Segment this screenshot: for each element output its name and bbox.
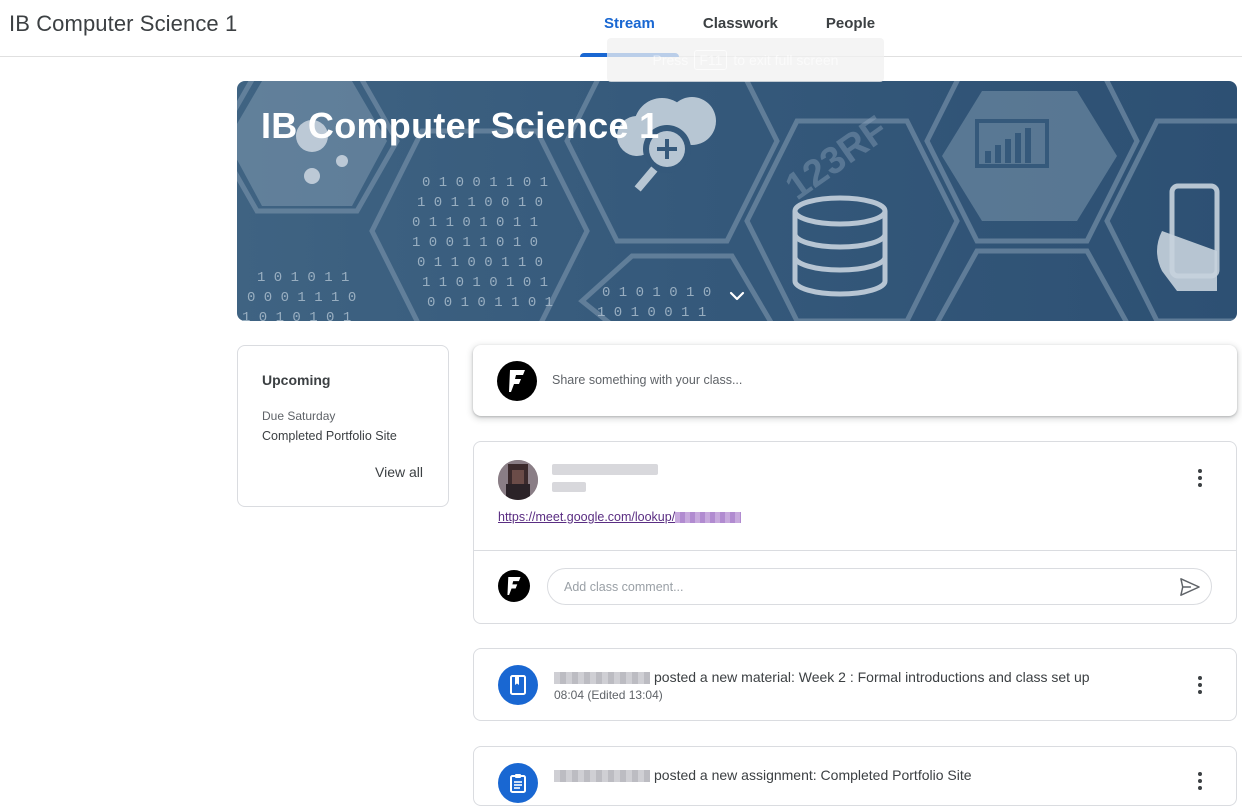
stream-post: https://meet.google.com/lookup/ Add clas… — [473, 441, 1237, 624]
post-time-redacted — [552, 482, 586, 492]
svg-text:0 1 1 0 1 0 1 1: 0 1 1 0 1 0 1 1 — [412, 215, 538, 231]
svg-text:1 1 0 1 0 1 0 1: 1 1 0 1 0 1 0 1 — [422, 275, 548, 291]
comment-placeholder: Add class comment... — [564, 580, 684, 594]
upcoming-title: Upcoming — [262, 372, 331, 388]
f-logo-icon — [507, 577, 521, 595]
more-options-icon[interactable] — [1188, 466, 1212, 490]
svg-text:1 0 1 1 0 0 1 0: 1 0 1 1 0 0 1 0 — [417, 195, 543, 211]
commenter-avatar — [498, 570, 530, 602]
class-banner: 0 1 0 0 1 1 0 1 1 0 1 1 0 0 1 0 0 1 1 0 … — [237, 81, 1237, 321]
share-placeholder: Share something with your class... — [552, 373, 743, 387]
share-announcement-box[interactable]: Share something with your class... — [473, 345, 1237, 416]
svg-text:0 1 0 1 0 1 0: 0 1 0 1 0 1 0 — [602, 285, 711, 301]
svg-text:0 1 1 0 0 1 1 0: 0 1 1 0 0 1 1 0 — [417, 255, 543, 271]
upcoming-item-link[interactable]: Completed Portfolio Site — [262, 429, 397, 443]
poster-name-redacted — [554, 672, 650, 685]
meet-code-redacted — [675, 512, 742, 524]
more-options-icon[interactable] — [1188, 673, 1212, 697]
chevron-down-icon[interactable] — [727, 286, 747, 306]
post-divider — [474, 550, 1236, 551]
upcoming-due-label: Due Saturday — [262, 409, 336, 423]
svg-text:0 0 1 0 1 1 0 1: 0 0 1 0 1 1 0 1 — [427, 295, 553, 311]
toast-key: F11 — [694, 50, 728, 70]
svg-text:1 0 1 0 0 1 1: 1 0 1 0 0 1 1 — [597, 305, 706, 321]
fullscreen-exit-toast: Press F11 to exit full screen — [607, 38, 884, 82]
activity-assignment[interactable]: posted a new assignment: Completed Portf… — [473, 746, 1237, 806]
user-avatar — [497, 361, 537, 401]
author-photo-icon — [498, 460, 538, 500]
upcoming-card: Upcoming Due Saturday Completed Portfoli… — [237, 345, 449, 507]
toast-suffix: to exit full screen — [733, 52, 839, 68]
toast-prefix: Press — [652, 52, 689, 68]
svg-text:0 1 0 0 1 1 0 1: 0 1 0 0 1 1 0 1 — [422, 175, 548, 191]
activity-text: posted a new assignment: Completed Portf… — [554, 767, 972, 783]
more-options-icon[interactable] — [1188, 769, 1212, 793]
class-title[interactable]: IB Computer Science 1 — [9, 11, 237, 37]
book-icon — [498, 665, 538, 705]
assignment-icon — [498, 763, 538, 803]
author-avatar — [498, 460, 538, 500]
svg-text:1 0 0 1 1 0 1 0: 1 0 0 1 1 0 1 0 — [412, 235, 538, 251]
meet-link[interactable]: https://meet.google.com/lookup/ — [498, 510, 742, 524]
activity-material[interactable]: posted a new material: Week 2 : Formal i… — [473, 648, 1237, 721]
banner-title: IB Computer Science 1 — [261, 105, 660, 146]
send-icon[interactable] — [1179, 577, 1201, 597]
book-glyph — [510, 675, 526, 695]
activity-description: posted a new assignment: Completed Portf… — [654, 767, 972, 783]
poster-name-redacted — [554, 770, 650, 783]
svg-text:1 0 1 0 1 0 1: 1 0 1 0 1 0 1 — [242, 310, 351, 321]
activity-time: 08:04 (Edited 13:04) — [554, 688, 663, 702]
activity-text: posted a new material: Week 2 : Formal i… — [554, 669, 1090, 685]
author-name-redacted — [552, 464, 658, 475]
svg-text:1 0 1 0 1 1: 1 0 1 0 1 1 — [257, 270, 349, 286]
f-logo-icon — [509, 370, 525, 392]
svg-text:0 0 0 1 1 1 0: 0 0 0 1 1 1 0 — [247, 290, 356, 306]
view-all-button[interactable]: View all — [375, 464, 423, 480]
activity-description: posted a new material: Week 2 : Formal i… — [654, 669, 1090, 685]
meet-link-text: https://meet.google.com/lookup/ — [498, 510, 676, 524]
assignment-glyph — [510, 774, 526, 793]
class-comment-input[interactable]: Add class comment... — [547, 568, 1212, 605]
